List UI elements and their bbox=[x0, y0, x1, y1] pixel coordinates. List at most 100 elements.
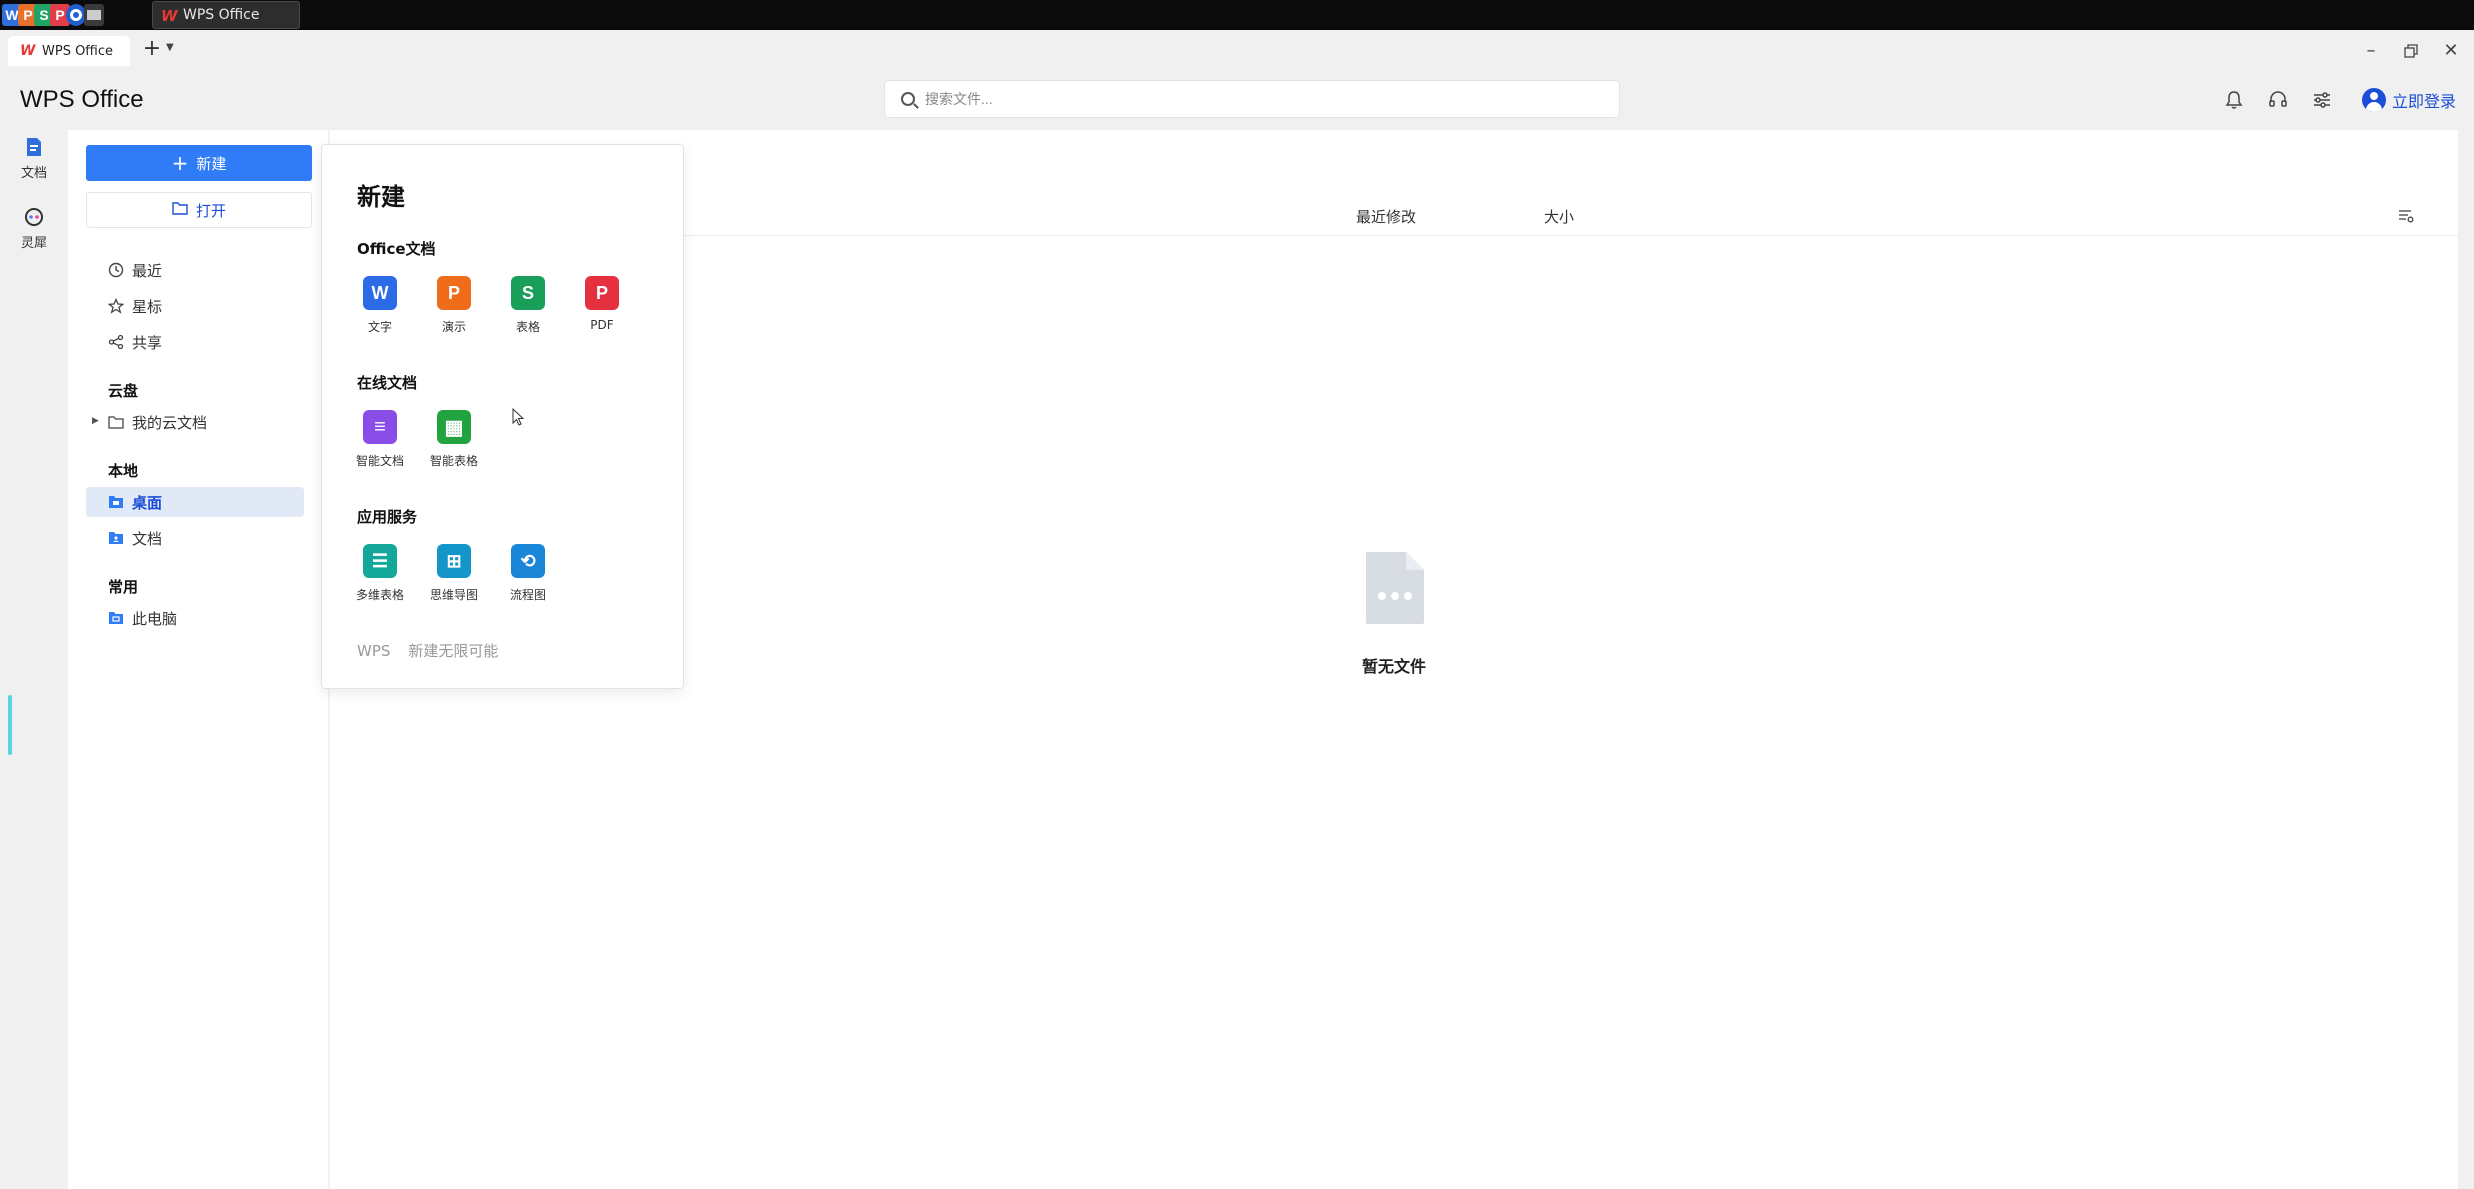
new-writer-tile[interactable]: W 文字 bbox=[343, 276, 417, 335]
sidebar-item-label: 星标 bbox=[132, 297, 163, 316]
left-rail: 文档 灵犀 bbox=[0, 130, 68, 1189]
rail-item-documents[interactable]: 文档 bbox=[10, 136, 58, 181]
tab-wps-office[interactable]: W WPS Office bbox=[8, 36, 130, 66]
popover-footer: WPS 新建无限可能 bbox=[357, 640, 498, 661]
tile-label: 智能文档 bbox=[355, 454, 404, 468]
pdf-icon: P bbox=[585, 276, 619, 310]
footer-brand: WPS bbox=[357, 642, 391, 660]
avatar-icon bbox=[2362, 88, 2386, 112]
new-pdf-tile[interactable]: P PDF bbox=[565, 276, 639, 332]
open-button-label: 打开 bbox=[195, 201, 226, 220]
bell-icon[interactable] bbox=[2220, 86, 2248, 114]
restore-button[interactable] bbox=[2398, 38, 2424, 64]
clock-icon bbox=[108, 262, 124, 278]
empty-file-icon bbox=[1362, 550, 1426, 626]
new-spreadsheet-tile[interactable]: S 表格 bbox=[491, 276, 565, 335]
sidebar-item-documents[interactable]: 文档 bbox=[86, 523, 304, 553]
popover-title: 新建 bbox=[357, 183, 405, 211]
computer-folder-icon bbox=[109, 612, 123, 624]
tile-label: 表格 bbox=[515, 320, 540, 334]
open-button[interactable]: 打开 bbox=[86, 192, 312, 228]
rail-item-label: 灵犀 bbox=[20, 236, 47, 251]
minimize-button[interactable]: – bbox=[2358, 38, 2384, 64]
tab-label: WPS Office bbox=[42, 43, 114, 59]
wps-logo-icon: W bbox=[20, 43, 36, 59]
new-mindmap-tile[interactable]: ⊞ 思维导图 bbox=[417, 544, 491, 603]
new-smart-sheet-tile[interactable]: ▦ 智能表格 bbox=[417, 410, 491, 469]
multidim-table-icon: ☰ bbox=[363, 544, 397, 578]
new-tab-button[interactable]: + bbox=[140, 38, 164, 62]
terminal-taskbar-icon[interactable] bbox=[84, 4, 104, 26]
sidebar-item-my-cloud[interactable]: ▶ 我的云文档 bbox=[86, 407, 304, 437]
sidebar-item-label: 共享 bbox=[132, 333, 163, 352]
new-document-popover: 新建 Office文档 W 文字 P 演示 S 表格 P PDF 在线文档 ≡ … bbox=[321, 144, 684, 689]
login-label: 立即登录 bbox=[2392, 92, 2457, 111]
star-icon bbox=[108, 298, 124, 314]
new-flowchart-tile[interactable]: ⟲ 流程图 bbox=[491, 544, 565, 603]
sidebar-item-label: 文档 bbox=[132, 529, 163, 548]
writer-icon: W bbox=[363, 276, 397, 310]
sidebar-item-starred[interactable]: 星标 bbox=[86, 291, 304, 321]
smart-doc-icon: ≡ bbox=[363, 410, 397, 444]
column-header-modified[interactable]: 最近修改 bbox=[1356, 206, 1416, 227]
sidebar-item-label: 桌面 bbox=[132, 493, 163, 512]
chevron-down-icon[interactable]: ▼ bbox=[166, 42, 174, 53]
sidebar-item-recent[interactable]: 最近 bbox=[86, 255, 304, 285]
presentation-icon: P bbox=[437, 276, 471, 310]
headset-support-icon[interactable] bbox=[2264, 86, 2292, 114]
tile-label: 思维导图 bbox=[429, 588, 478, 602]
mouse-cursor-icon bbox=[512, 407, 526, 428]
documents-folder-icon bbox=[109, 532, 123, 544]
new-button[interactable]: + 新建 bbox=[86, 145, 312, 181]
window-tabbar: W WPS Office + ▼ – ✕ bbox=[0, 30, 2474, 70]
window-right-edge bbox=[2458, 130, 2474, 1189]
settings-sliders-icon[interactable] bbox=[2308, 86, 2336, 114]
mindmap-icon: ⊞ bbox=[437, 544, 471, 578]
tile-label: 文字 bbox=[367, 320, 392, 334]
tile-label: 多维表格 bbox=[355, 588, 404, 602]
tile-label: 演示 bbox=[441, 320, 466, 334]
section-heading-services: 应用服务 bbox=[357, 508, 418, 526]
lingxi-icon bbox=[23, 206, 45, 228]
flowchart-icon: ⟲ bbox=[511, 544, 545, 578]
sidebar-item-desktop[interactable]: 桌面 bbox=[86, 487, 304, 517]
footer-slogan: 新建无限可能 bbox=[408, 642, 499, 660]
system-taskbar: W P S P W WPS Office bbox=[0, 0, 2474, 30]
common-heading: 常用 bbox=[108, 578, 139, 596]
sidebar-item-label: 此电脑 bbox=[132, 609, 178, 628]
smart-sheet-icon: ▦ bbox=[437, 410, 471, 444]
local-heading: 本地 bbox=[108, 462, 139, 480]
folder-open-icon bbox=[172, 201, 188, 219]
search-box[interactable] bbox=[884, 80, 1620, 118]
sidebar-item-this-pc[interactable]: 此电脑 bbox=[86, 603, 304, 633]
new-presentation-tile[interactable]: P 演示 bbox=[417, 276, 491, 335]
tile-label: 流程图 bbox=[509, 588, 546, 602]
login-button[interactable]: 立即登录 bbox=[2362, 86, 2456, 114]
sidebar-item-shared[interactable]: 共享 bbox=[86, 327, 304, 357]
chevron-right-icon[interactable]: ▶ bbox=[92, 416, 99, 426]
plus-icon: + bbox=[171, 151, 189, 175]
new-smart-doc-tile[interactable]: ≡ 智能文档 bbox=[343, 410, 417, 469]
desktop-folder-icon bbox=[109, 496, 123, 508]
wps-office-task-button[interactable]: W WPS Office bbox=[152, 1, 300, 29]
rail-item-label: 文档 bbox=[20, 166, 47, 181]
app-header: WPS Office 立即登录 bbox=[0, 70, 2474, 130]
document-icon bbox=[23, 136, 45, 158]
browser-taskbar-icon[interactable] bbox=[66, 4, 86, 26]
list-settings-icon[interactable] bbox=[2398, 208, 2414, 224]
close-button[interactable]: ✕ bbox=[2438, 38, 2464, 64]
column-header-size[interactable]: 大小 bbox=[1544, 206, 1574, 227]
tile-label: PDF bbox=[590, 318, 614, 332]
wps-logo-icon: W bbox=[161, 7, 178, 25]
app-title: WPS Office bbox=[20, 86, 144, 113]
rail-scroll-indicator[interactable] bbox=[8, 695, 12, 755]
empty-state-text: 暂无文件 bbox=[1361, 657, 1426, 676]
search-input[interactable] bbox=[925, 87, 1605, 111]
search-icon bbox=[901, 92, 915, 106]
sidebar: + 新建 打开 最近 星标 共享 云盘 ▶ 我的云文档 本地 桌面 文档 常用 … bbox=[68, 130, 328, 1189]
tile-label: 智能表格 bbox=[429, 454, 478, 468]
new-multidim-table-tile[interactable]: ☰ 多维表格 bbox=[343, 544, 417, 603]
rail-item-lingxi[interactable]: 灵犀 bbox=[10, 206, 58, 251]
cloud-heading: 云盘 bbox=[108, 382, 139, 400]
section-heading-online: 在线文档 bbox=[357, 374, 418, 392]
